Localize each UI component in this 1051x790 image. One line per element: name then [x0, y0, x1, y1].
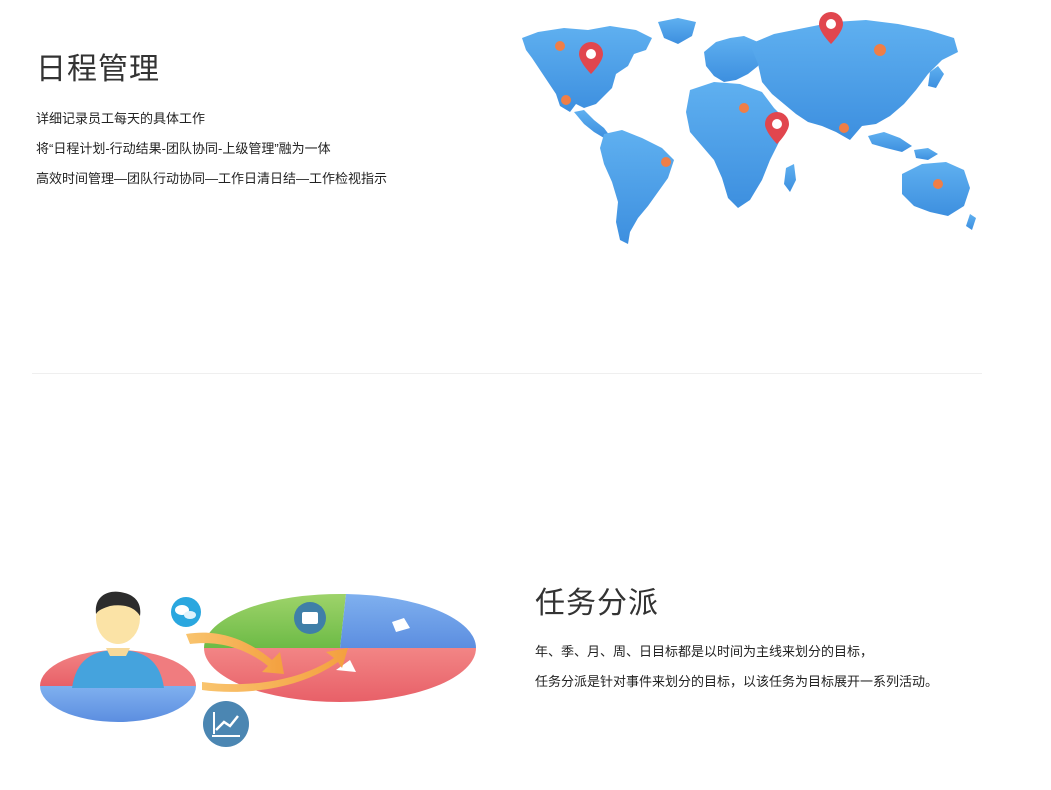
task-description: 年、季、月、周、日目标都是以时间为主线来划分的目标， 任务分派是针对事件来划分的…: [535, 637, 938, 697]
task-line: 年、季、月、周、日目标都是以时间为主线来划分的目标，: [535, 644, 874, 659]
schedule-line: 高效时间管理—团队行动协同—工作日清日结—工作检视指示: [36, 171, 388, 186]
task-line: 任务分派是针对事件来划分的目标，以该任务为目标展开一系列活动。: [535, 674, 939, 689]
schedule-line: 详细记录员工每天的具体工作: [36, 111, 206, 126]
task-section-title: 任务分派: [535, 587, 659, 620]
world-map-icon: [518, 8, 978, 248]
schedule-description: 详细记录员工每天的具体工作 将“日程计划-行动结果-团队协同-上级管理”融为一体…: [36, 104, 387, 194]
task-assignment-icon: [36, 588, 482, 750]
schedule-section-title: 日程管理: [36, 53, 160, 86]
section-divider: [32, 373, 982, 374]
schedule-line: 将“日程计划-行动结果-团队协同-上级管理”融为一体: [36, 141, 331, 156]
